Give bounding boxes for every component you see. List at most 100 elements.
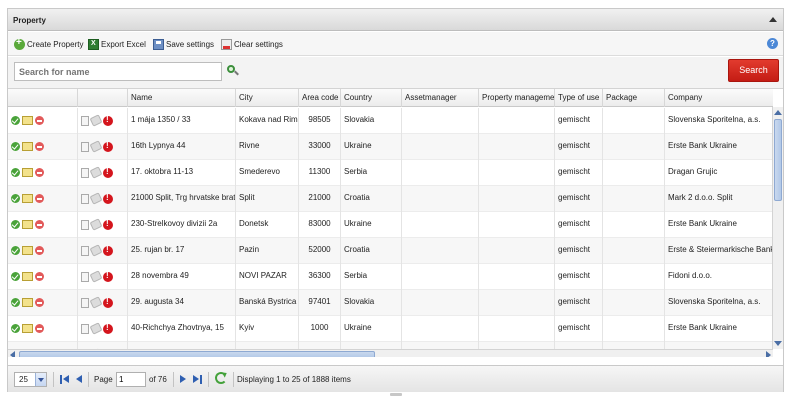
tag-icon[interactable] bbox=[89, 296, 103, 309]
document-icon[interactable] bbox=[81, 116, 89, 126]
column-header[interactable] bbox=[8, 89, 78, 107]
alert-icon[interactable] bbox=[103, 245, 113, 256]
edit-icon[interactable] bbox=[22, 272, 33, 281]
alert-icon[interactable] bbox=[103, 323, 113, 334]
alert-icon[interactable] bbox=[103, 219, 113, 230]
alert-icon[interactable] bbox=[103, 141, 113, 152]
table-row[interactable]: 16th Lypnya 44Rivne33000Ukraine gemischt E… bbox=[8, 134, 773, 160]
tag-icon[interactable] bbox=[89, 322, 103, 335]
table-row[interactable]: 40-Richchya Zhovtnya, 15Kyiv1000Ukraine g… bbox=[8, 316, 773, 342]
tag-icon[interactable] bbox=[89, 218, 103, 231]
tag-icon[interactable] bbox=[89, 140, 103, 153]
first-page-icon[interactable] bbox=[60, 375, 70, 385]
next-page-icon[interactable] bbox=[178, 375, 188, 385]
clear-settings-button[interactable]: Clear settings bbox=[221, 38, 283, 51]
scroll-down-icon[interactable] bbox=[774, 340, 782, 348]
column-header[interactable]: Assetmanager bbox=[402, 89, 479, 107]
scroll-right-icon[interactable] bbox=[764, 351, 772, 357]
page-size-select[interactable]: 25 bbox=[14, 372, 47, 387]
resize-grip[interactable] bbox=[390, 393, 402, 396]
table-row[interactable]: 25. rujan br. 17Pazin52000Croatia gemisch… bbox=[8, 238, 773, 264]
tag-icon[interactable] bbox=[89, 192, 103, 205]
approve-icon[interactable] bbox=[11, 246, 20, 255]
save-settings-button[interactable]: Save settings bbox=[153, 38, 214, 51]
delete-icon[interactable] bbox=[35, 142, 44, 151]
edit-icon[interactable] bbox=[22, 116, 33, 125]
edit-icon[interactable] bbox=[22, 194, 33, 203]
column-header[interactable]: City bbox=[236, 89, 299, 107]
search-icon[interactable] bbox=[227, 65, 239, 77]
alert-icon[interactable] bbox=[103, 297, 113, 308]
delete-icon[interactable] bbox=[35, 168, 44, 177]
document-icon[interactable] bbox=[81, 168, 89, 178]
table-row[interactable]: 29. augusta 34Banská Bystrica97401Slovak… bbox=[8, 290, 773, 316]
page-number-input[interactable] bbox=[116, 372, 146, 387]
delete-icon[interactable] bbox=[35, 246, 44, 255]
scroll-up-icon[interactable] bbox=[774, 108, 782, 116]
tag-icon[interactable] bbox=[89, 244, 103, 257]
document-icon[interactable] bbox=[81, 298, 89, 308]
vertical-scrollbar[interactable] bbox=[772, 107, 783, 349]
column-header[interactable]: Company bbox=[665, 89, 773, 107]
document-icon[interactable] bbox=[81, 324, 89, 334]
column-header[interactable]: Type of use bbox=[555, 89, 603, 107]
delete-icon[interactable] bbox=[35, 272, 44, 281]
edit-icon[interactable] bbox=[22, 324, 33, 333]
document-icon[interactable] bbox=[81, 194, 89, 204]
tag-icon[interactable] bbox=[89, 166, 103, 179]
horizontal-scrollbar[interactable] bbox=[8, 349, 773, 357]
table-row[interactable]: 28 novembra 49NOVI PAZAR36300Serbia gemis… bbox=[8, 264, 773, 290]
column-header[interactable] bbox=[78, 89, 128, 107]
tag-icon[interactable] bbox=[89, 114, 103, 127]
alert-icon[interactable] bbox=[103, 271, 113, 282]
search-input[interactable] bbox=[14, 62, 222, 81]
create-property-button[interactable]: Create Property bbox=[14, 37, 83, 51]
edit-icon[interactable] bbox=[22, 168, 33, 177]
help-icon[interactable]: ? bbox=[767, 38, 778, 49]
horizontal-scroll-thumb[interactable] bbox=[19, 351, 375, 357]
scroll-left-icon[interactable] bbox=[9, 351, 17, 357]
approve-icon[interactable] bbox=[11, 272, 20, 281]
previous-page-icon[interactable] bbox=[74, 375, 84, 385]
table-row[interactable]: 1 mája 1350 / 33Kokava nad Rimav98505Slo… bbox=[8, 108, 773, 134]
delete-icon[interactable] bbox=[35, 298, 44, 307]
edit-icon[interactable] bbox=[22, 142, 33, 151]
chevron-down-icon[interactable] bbox=[35, 373, 46, 386]
column-header[interactable]: Name bbox=[128, 89, 236, 107]
document-icon[interactable] bbox=[81, 246, 89, 256]
column-header[interactable]: Area code bbox=[299, 89, 341, 107]
approve-icon[interactable] bbox=[11, 168, 20, 177]
table-row[interactable]: 17. oktobra 11-13Smederevo11300Serbia gem… bbox=[8, 160, 773, 186]
alert-icon[interactable] bbox=[103, 115, 113, 126]
delete-icon[interactable] bbox=[35, 324, 44, 333]
table-row[interactable]: 230-Strelkovoy divizii 2aDonetsk83000Ukr… bbox=[8, 212, 773, 238]
edit-icon[interactable] bbox=[22, 298, 33, 307]
chevron-up-icon[interactable] bbox=[768, 15, 778, 25]
approve-icon[interactable] bbox=[11, 194, 20, 203]
delete-icon[interactable] bbox=[35, 220, 44, 229]
edit-icon[interactable] bbox=[22, 246, 33, 255]
approve-icon[interactable] bbox=[11, 324, 20, 333]
last-page-icon[interactable] bbox=[193, 375, 203, 385]
document-icon[interactable] bbox=[81, 220, 89, 230]
search-button[interactable]: Search bbox=[728, 59, 779, 82]
document-icon[interactable] bbox=[81, 272, 89, 282]
alert-icon[interactable] bbox=[103, 193, 113, 204]
alert-icon[interactable] bbox=[103, 167, 113, 178]
table-row[interactable]: 60 Rokiv Zhovtnya 71aKremenchug39600Ukra… bbox=[8, 342, 773, 349]
approve-icon[interactable] bbox=[11, 298, 20, 307]
approve-icon[interactable] bbox=[11, 142, 20, 151]
column-header[interactable]: Property management bbox=[479, 89, 555, 107]
approve-icon[interactable] bbox=[11, 220, 20, 229]
export-excel-button[interactable]: Export Excel bbox=[88, 38, 146, 51]
edit-icon[interactable] bbox=[22, 220, 33, 229]
approve-icon[interactable] bbox=[11, 116, 20, 125]
table-row[interactable]: 21000 Split, Trg hrvatske bratstvSplit21… bbox=[8, 186, 773, 212]
tag-icon[interactable] bbox=[89, 270, 103, 283]
refresh-icon[interactable] bbox=[215, 372, 227, 384]
delete-icon[interactable] bbox=[35, 116, 44, 125]
document-icon[interactable] bbox=[81, 142, 89, 152]
column-header[interactable]: Package bbox=[603, 89, 665, 107]
column-header[interactable]: Country bbox=[341, 89, 402, 107]
vertical-scroll-thumb[interactable] bbox=[774, 119, 782, 201]
